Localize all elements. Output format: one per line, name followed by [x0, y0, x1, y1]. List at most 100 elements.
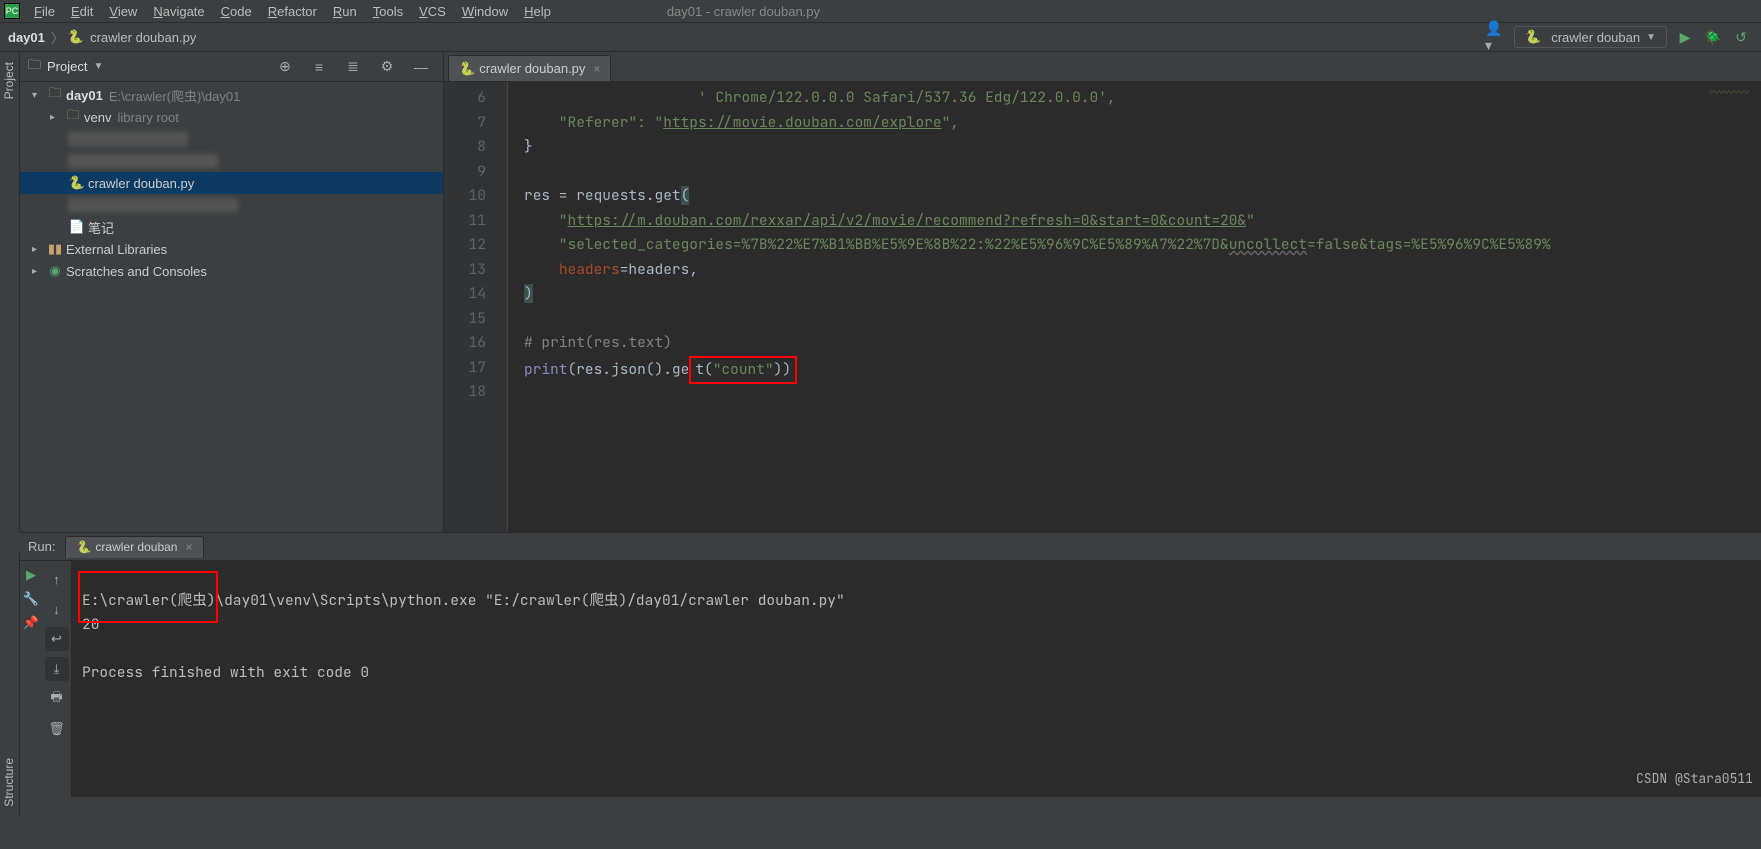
python-file-icon: 🐍 [459, 61, 475, 77]
chevron-right-icon[interactable]: ▸ [32, 266, 46, 277]
editor-tab[interactable]: 🐍 crawler douban.py × [448, 55, 611, 81]
project-pane-title[interactable]: Project [47, 59, 87, 74]
tree-scratch[interactable]: ▸ ◉ Scratches and Consoles [20, 260, 443, 282]
project-tool-tab[interactable]: Project [2, 62, 16, 99]
print-icon[interactable]: 🖶 [45, 687, 69, 711]
tree-root-path: E:\crawler(爬虫)\day01 [109, 86, 240, 105]
menu-file[interactable]: File [26, 2, 63, 21]
scratch-icon: ◉ [46, 263, 64, 279]
chevron-right-icon[interactable]: ▸ [32, 244, 46, 255]
folder-icon: 🗀 [46, 84, 64, 106]
code-editor[interactable]: 6789101112131415161718 ' Chrome/122.0.0.… [444, 82, 1761, 532]
close-tab-icon[interactable]: × [593, 62, 600, 76]
menu-vcs[interactable]: VCS [411, 2, 454, 21]
editor-area: 🐍 crawler douban.py × 678910111213141516… [444, 52, 1761, 532]
rerun-button[interactable]: ▶ [26, 567, 36, 583]
up-icon[interactable]: ↑ [45, 567, 69, 591]
expand-all-icon[interactable]: ≡ [308, 56, 330, 78]
breadcrumb-sep: 〉 [51, 28, 64, 47]
code-content[interactable]: ' Chrome/122.0.0.0 Safari/537.36 Edg/122… [508, 82, 1761, 532]
tree-venv[interactable]: ▸ 🗀 venv library root [20, 106, 443, 128]
python-file-icon: 🐍 [68, 175, 86, 191]
project-tree[interactable]: ▾ 🗀 day01 E:\crawler(爬虫)\day01 ▸ 🗀 venv … [20, 82, 443, 532]
project-pane-header: 🗀 Project ▼ ⊕ ≡ ≣ ⚙ — [20, 52, 443, 82]
scroll-to-end-icon[interactable]: ⤓ [45, 657, 69, 681]
down-icon[interactable]: ↓ [45, 597, 69, 621]
wrench-icon[interactable]: 🔧 [23, 591, 39, 607]
run-config-name: crawler douban [1551, 30, 1640, 45]
menu-window[interactable]: Window [454, 2, 516, 21]
tree-blur-row [20, 194, 443, 216]
tree-root[interactable]: ▾ 🗀 day01 E:\crawler(爬虫)\day01 [20, 84, 443, 106]
fold-gutter[interactable] [494, 82, 508, 532]
menu-run[interactable]: Run [325, 2, 365, 21]
breadcrumb-project[interactable]: day01 [6, 28, 47, 47]
folder-icon: 🗀 [64, 106, 82, 128]
tree-blur-row [20, 150, 443, 172]
app-icon: PC [4, 3, 20, 19]
line-number-gutter: 6789101112131415161718 [444, 82, 494, 532]
tree-ext-lib-name: External Libraries [66, 242, 167, 257]
main-split: Project 🗀 Project ▼ ⊕ ≡ ≣ ⚙ — ▾ 🗀 day01 … [0, 52, 1761, 532]
debug-button[interactable]: 🪲 [1702, 26, 1724, 48]
menu-edit[interactable]: Edit [63, 2, 101, 21]
console-exit: Process finished with exit code 0 [82, 663, 369, 682]
left-tool-tabs: Project [0, 52, 20, 532]
text-file-icon: 📄 [68, 219, 86, 235]
pin-icon[interactable]: 📌 [23, 615, 39, 631]
chevron-right-icon[interactable]: ▸ [50, 112, 64, 123]
menu-code[interactable]: Code [213, 2, 260, 21]
chevron-down-icon[interactable]: ▾ [32, 90, 46, 101]
run-configuration-selector[interactable]: 🐍 crawler douban ▼ [1514, 26, 1667, 48]
hide-icon[interactable]: — [410, 56, 432, 78]
menu-refactor[interactable]: Refactor [260, 2, 325, 21]
chevron-down-icon: ▼ [1646, 32, 1656, 43]
menubar: PC FileEditViewNavigateCodeRefactorRunTo… [0, 0, 1761, 22]
tree-blur-row [20, 128, 443, 150]
window-context: day01 - crawler douban.py [659, 2, 828, 21]
structure-tool-tab[interactable]: Structure [2, 758, 16, 807]
tree-ext-lib[interactable]: ▸ ▮▮ External Libraries [20, 238, 443, 260]
run-button[interactable]: ▶ [1674, 26, 1696, 48]
python-file-icon: 🐍 [76, 540, 91, 554]
python-file-icon: 🐍 [68, 29, 84, 45]
tree-notes-name: 笔记 [88, 218, 114, 237]
tree-venv-suffix: library root [117, 110, 178, 125]
chevron-down-icon[interactable]: ▼ [93, 61, 103, 72]
library-icon: ▮▮ [46, 241, 64, 257]
tree-venv-name: venv [84, 110, 111, 125]
console-output[interactable]: E:\crawler(爬虫)\day01\venv\Scripts\python… [72, 561, 1761, 797]
user-icon[interactable]: 👤▾ [1485, 26, 1507, 48]
project-pane-tools: ⊕ ≡ ≣ ⚙ — [271, 56, 435, 78]
soft-wrap-icon[interactable]: ↩ [45, 627, 69, 651]
menu-help[interactable]: Help [516, 2, 559, 21]
run-tools-secondary: ↑ ↓ ↩ ⤓ 🖶 🗑 [42, 561, 72, 797]
run-with-coverage-button[interactable]: ↺ [1730, 26, 1752, 48]
folder-icon: 🗀 [28, 56, 41, 78]
breadcrumb-file[interactable]: crawler douban.py [88, 28, 198, 47]
run-tool-window: Run: 🐍 crawler douban × ▶ 🔧 📌 ↑ ↓ ↩ ⤓ 🖶 … [20, 532, 1761, 797]
menu-tools[interactable]: Tools [365, 2, 411, 21]
collapse-all-icon[interactable]: ≣ [342, 56, 364, 78]
menu-view[interactable]: View [101, 2, 145, 21]
annotation-red-box-output [78, 571, 218, 623]
run-body: ▶ 🔧 📌 ↑ ↓ ↩ ⤓ 🖶 🗑 E:\crawler(爬虫)\day01\v… [20, 561, 1761, 797]
run-tab-name: crawler douban [95, 540, 177, 554]
tree-scratch-name: Scratches and Consoles [66, 264, 207, 279]
run-header: Run: 🐍 crawler douban × [20, 533, 1761, 561]
run-tab[interactable]: 🐍 crawler douban × [65, 536, 203, 558]
tree-root-name: day01 [66, 88, 103, 103]
inspection-hint: 〰〰〰〰 [1709, 84, 1749, 99]
tree-selected-file-name: crawler douban.py [88, 176, 194, 191]
editor-tab-name: crawler douban.py [479, 61, 585, 76]
tree-notes[interactable]: 📄 笔记 [20, 216, 443, 238]
menu-navigate[interactable]: Navigate [145, 2, 212, 21]
settings-icon[interactable]: ⚙ [376, 56, 398, 78]
watermark: CSDN @Stara0511 [1636, 767, 1753, 791]
project-pane: 🗀 Project ▼ ⊕ ≡ ≣ ⚙ — ▾ 🗀 day01 E:\crawl… [20, 52, 444, 532]
run-label: Run: [28, 539, 55, 554]
close-run-tab-icon[interactable]: × [185, 540, 192, 554]
locate-icon[interactable]: ⊕ [274, 56, 296, 78]
tree-selected-file[interactable]: 🐍 crawler douban.py [20, 172, 443, 194]
clear-icon[interactable]: 🗑 [45, 717, 69, 741]
